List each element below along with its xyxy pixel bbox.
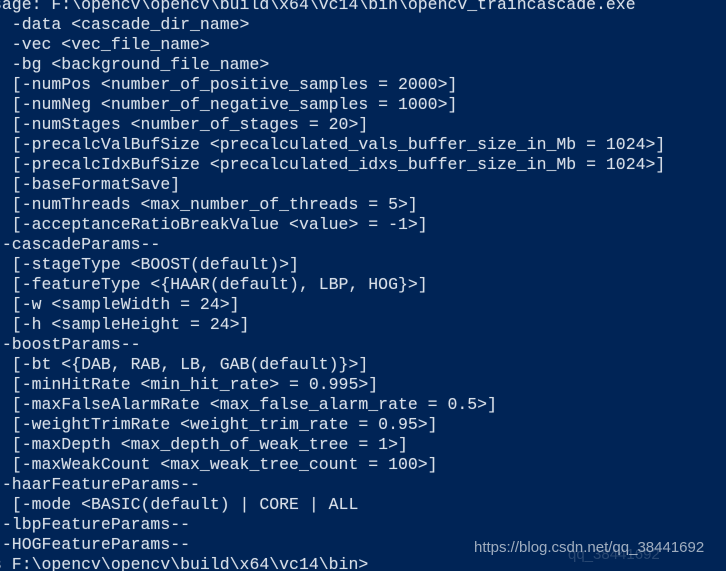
console-line: [-numStages <number_of_stages = 20>] <box>0 115 369 134</box>
console-line: [-h <sampleHeight = 24>] <box>0 315 250 334</box>
console-line: [-w <sampleWidth = 24>] <box>0 295 240 314</box>
console-line: [-maxFalseAlarmRate <max_false_alarm_rat… <box>0 395 497 414</box>
console-line: [-bt <{DAB, RAB, LB, GAB(default)}>] <box>0 355 369 374</box>
console-line: --HOGFeatureParams-- <box>0 535 191 554</box>
console-line: [-precalcValBufSize <precalculated_vals_… <box>0 135 666 154</box>
command-prompt-window[interactable]: sage: F:\opencv\opencv\build\x64\vc14\bi… <box>0 0 726 571</box>
console-line: [-featureType <{HAAR(default), LBP, HOG}… <box>0 275 428 294</box>
console-line: [-numPos <number_of_positive_samples = 2… <box>0 75 458 94</box>
console-line: [-maxDepth <max_depth_of_weak_tree = 1>] <box>0 435 408 454</box>
console-line: [-mode <BASIC(default) | CORE | ALL <box>0 495 359 514</box>
console-line: [-minHitRate <min_hit_rate> = 0.995>] <box>0 375 379 394</box>
console-line: [-numThreads <max_number_of_threads = 5>… <box>0 195 418 214</box>
console-prompt-line: s F:\opencv\opencv\build\x64\vc14\bin> <box>0 555 369 571</box>
console-line: [-weightTrimRate <weight_trim_rate = 0.9… <box>0 415 438 434</box>
console-line: -vec <vec_file_name> <box>0 35 210 54</box>
console-line: --cascadeParams-- <box>0 235 161 254</box>
console-line: [-numNeg <number_of_negative_samples = 1… <box>0 95 458 114</box>
console-line: -data <cascade_dir_name> <box>0 15 250 34</box>
console-line: sage: F:\opencv\opencv\build\x64\vc14\bi… <box>0 0 636 14</box>
console-line: --haarFeatureParams-- <box>0 475 200 494</box>
console-line: --lbpFeatureParams-- <box>0 515 191 534</box>
console-line: [-baseFormatSave] <box>0 175 181 194</box>
console-line: [-acceptanceRatioBreakValue <value> = -1… <box>0 215 428 234</box>
console-line: [-precalcIdxBufSize <precalculated_idxs_… <box>0 155 666 174</box>
console-output: sage: F:\opencv\opencv\build\x64\vc14\bi… <box>0 0 726 571</box>
console-line: [-stageType <BOOST(default)>] <box>0 255 299 274</box>
console-line: [-maxWeakCount <max_weak_tree_count = 10… <box>0 455 438 474</box>
console-line: --boostParams-- <box>0 335 141 354</box>
console-line: -bg <background_file_name> <box>0 55 270 74</box>
